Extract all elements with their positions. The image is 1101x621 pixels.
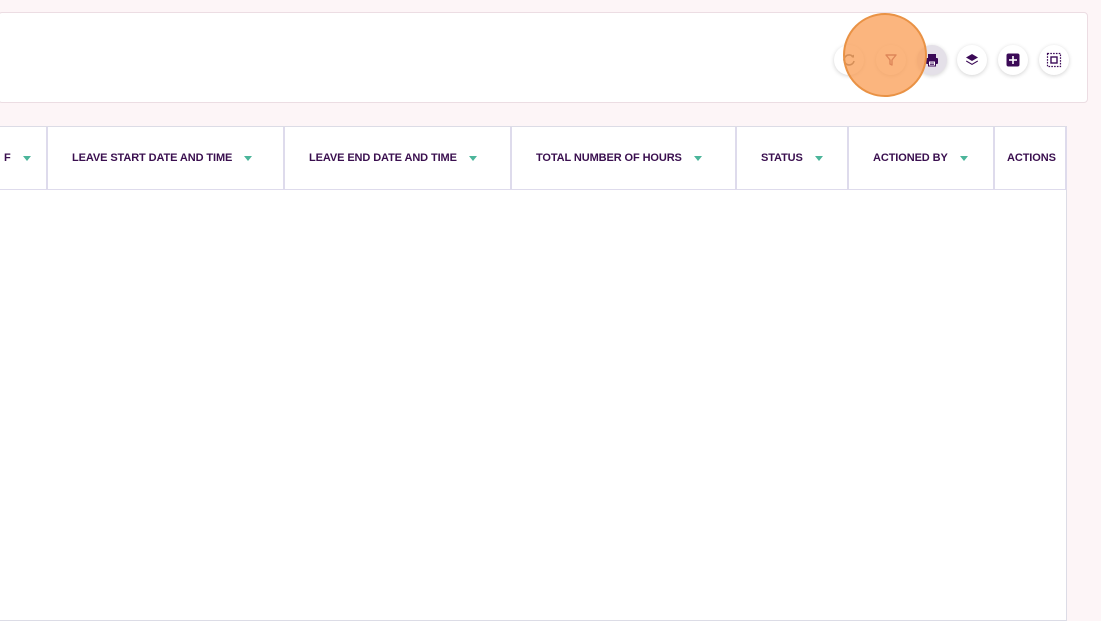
sort-arrow-icon[interactable] bbox=[468, 155, 477, 161]
column-header-actions: ACTIONS bbox=[995, 127, 1067, 190]
column-label: TOTAL NUMBER OF HOURS bbox=[536, 152, 682, 164]
print-button[interactable] bbox=[917, 45, 947, 75]
print-icon bbox=[926, 54, 938, 67]
column-label: ACTIONS bbox=[1007, 152, 1056, 164]
column-header-truncated[interactable]: F bbox=[0, 127, 48, 190]
refresh-button[interactable] bbox=[834, 45, 864, 75]
column-header-leave-end[interactable]: LEAVE END DATE AND TIME bbox=[285, 127, 512, 190]
sort-arrow-icon[interactable] bbox=[22, 155, 31, 161]
page-margin bbox=[1088, 126, 1101, 615]
refresh-icon bbox=[843, 54, 855, 66]
column-label: ACTIONED BY bbox=[873, 152, 948, 164]
filter-button[interactable] bbox=[876, 45, 906, 75]
sort-arrow-icon[interactable] bbox=[244, 155, 253, 161]
layers-button[interactable] bbox=[957, 45, 987, 75]
column-label: F bbox=[4, 152, 11, 164]
filter-icon bbox=[885, 54, 897, 66]
column-header-status[interactable]: STATUS bbox=[737, 127, 849, 190]
sort-arrow-icon[interactable] bbox=[959, 155, 968, 161]
sort-arrow-icon[interactable] bbox=[814, 155, 823, 161]
column-header-leave-start[interactable]: LEAVE START DATE AND TIME bbox=[48, 127, 285, 190]
column-header-total-hours[interactable]: TOTAL NUMBER OF HOURS bbox=[512, 127, 737, 190]
add-icon bbox=[1006, 53, 1020, 67]
select-all-icon bbox=[1046, 52, 1062, 68]
add-button[interactable] bbox=[998, 45, 1028, 75]
select-all-button[interactable] bbox=[1039, 45, 1069, 75]
data-table: F LEAVE START DATE AND TIME LEAVE END DA… bbox=[0, 126, 1067, 621]
layers-icon bbox=[966, 54, 978, 65]
sort-arrow-icon[interactable] bbox=[693, 155, 702, 161]
column-label: LEAVE START DATE AND TIME bbox=[72, 152, 233, 164]
column-label: LEAVE END DATE AND TIME bbox=[309, 152, 457, 164]
column-header-actioned-by[interactable]: ACTIONED BY bbox=[849, 127, 995, 190]
column-label: STATUS bbox=[761, 152, 803, 164]
